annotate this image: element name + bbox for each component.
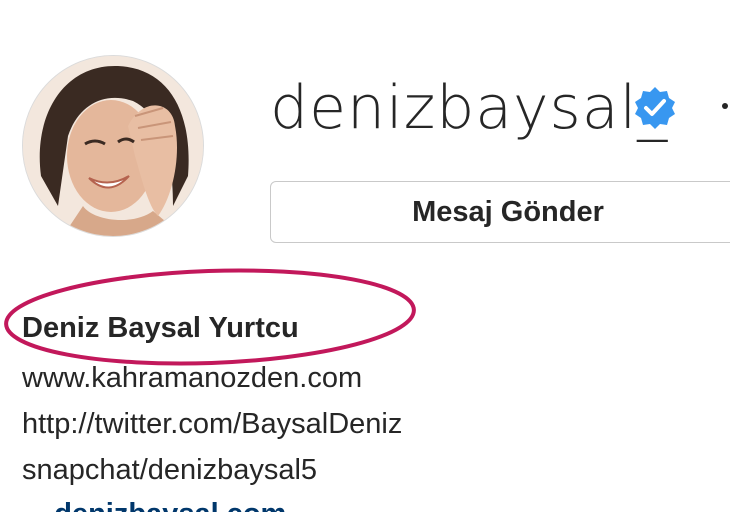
username: denizbaysal_ [270, 73, 669, 143]
message-button[interactable]: Mesaj Gönder [270, 181, 730, 243]
profile-header: denizbaysal_ Mesaj Gönder Deniz Baysal Y… [0, 0, 730, 512]
message-button-label: Mesaj Gönder [412, 196, 604, 228]
bio-website-link[interactable]: www.kahramanozden.com [22, 360, 362, 396]
bio-twitter-line: http://twitter.com/BaysalDeniz [22, 408, 403, 440]
profile-avatar[interactable] [22, 55, 204, 237]
full-name: Deniz Baysal Yurtcu [22, 312, 299, 344]
bio-partial-link[interactable]: ... denizbaysal.com ... [22, 496, 319, 512]
verified-badge-icon [633, 85, 677, 129]
bio-snapchat-line: snapchat/denizbaysal5 [22, 454, 318, 486]
more-options-icon[interactable] [716, 98, 730, 114]
avatar-photo [23, 56, 203, 236]
